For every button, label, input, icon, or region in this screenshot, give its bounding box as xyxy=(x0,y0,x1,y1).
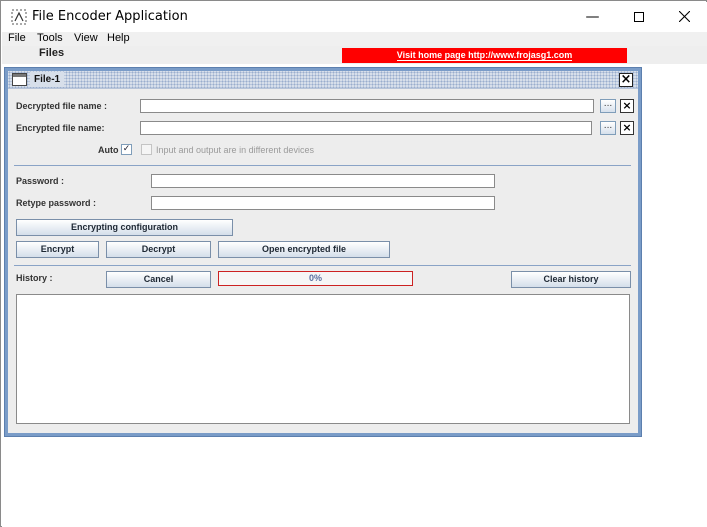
menu-tools[interactable]: Tools xyxy=(37,32,63,44)
separator xyxy=(14,265,631,266)
maximize-icon[interactable] xyxy=(616,2,661,32)
toolbar-strip: Files Visit home page http://www.frojasg… xyxy=(2,46,707,64)
frame-content: File-1 × Decrypted file name : ... × Enc… xyxy=(8,71,638,433)
frame-close-icon[interactable]: × xyxy=(619,73,633,87)
app-window: File Encoder Application — File Tools Vi… xyxy=(0,0,707,527)
progress-bar: 0% xyxy=(218,271,413,286)
auto-checkbox[interactable]: ✓ xyxy=(121,144,132,155)
clear-decrypted-icon[interactable]: × xyxy=(620,99,634,113)
history-label: History : xyxy=(16,273,53,283)
open-encrypted-file-button[interactable]: Open encrypted file xyxy=(218,241,390,258)
history-textarea[interactable] xyxy=(16,294,630,424)
cancel-button[interactable]: Cancel xyxy=(106,271,211,288)
menu-bar: File Tools View Help xyxy=(2,32,707,46)
window-icon xyxy=(12,73,27,86)
browse-encrypted-button[interactable]: ... xyxy=(600,121,616,135)
clear-history-button[interactable]: Clear history xyxy=(511,271,631,288)
internal-frame-file-1: File-1 × Decrypted file name : ... × Enc… xyxy=(4,67,642,437)
frame-title-bar[interactable]: File-1 × xyxy=(8,71,638,89)
password-label: Password : xyxy=(16,176,65,186)
auto-label: Auto xyxy=(98,145,119,155)
menu-view[interactable]: View xyxy=(74,32,98,44)
separator xyxy=(14,165,631,166)
home-page-link[interactable]: Visit home page http://www.frojasg1.com xyxy=(342,48,627,63)
minimize-icon[interactable]: — xyxy=(570,2,615,32)
retype-password-label: Retype password : xyxy=(16,198,97,208)
window-title: File Encoder Application xyxy=(32,9,188,24)
password-input[interactable] xyxy=(151,174,495,188)
encrypting-configuration-button[interactable]: Encrypting configuration xyxy=(16,219,233,236)
app-icon xyxy=(11,9,27,25)
encrypted-file-label: Encrypted file name: xyxy=(16,123,105,133)
browse-decrypted-button[interactable]: ... xyxy=(600,99,616,113)
encrypted-file-input[interactable] xyxy=(140,121,592,135)
decrypted-file-input[interactable] xyxy=(140,99,594,113)
title-bar[interactable]: File Encoder Application — xyxy=(2,2,707,32)
close-icon[interactable] xyxy=(662,2,707,32)
frame-title: File-1 xyxy=(30,72,65,87)
encrypt-button[interactable]: Encrypt xyxy=(16,241,99,258)
files-label: Files xyxy=(39,47,65,59)
decrypt-button[interactable]: Decrypt xyxy=(106,241,211,258)
menu-file[interactable]: File xyxy=(8,32,26,44)
retype-password-input[interactable] xyxy=(151,196,495,210)
menu-help[interactable]: Help xyxy=(107,32,130,44)
decrypted-file-label: Decrypted file name : xyxy=(16,101,108,111)
clear-encrypted-icon[interactable]: × xyxy=(620,121,634,135)
home-page-link-text: Visit home page http://www.frojasg1.com xyxy=(396,50,573,61)
different-devices-checkbox[interactable] xyxy=(141,144,152,155)
different-devices-label: Input and output are in different device… xyxy=(156,145,314,155)
